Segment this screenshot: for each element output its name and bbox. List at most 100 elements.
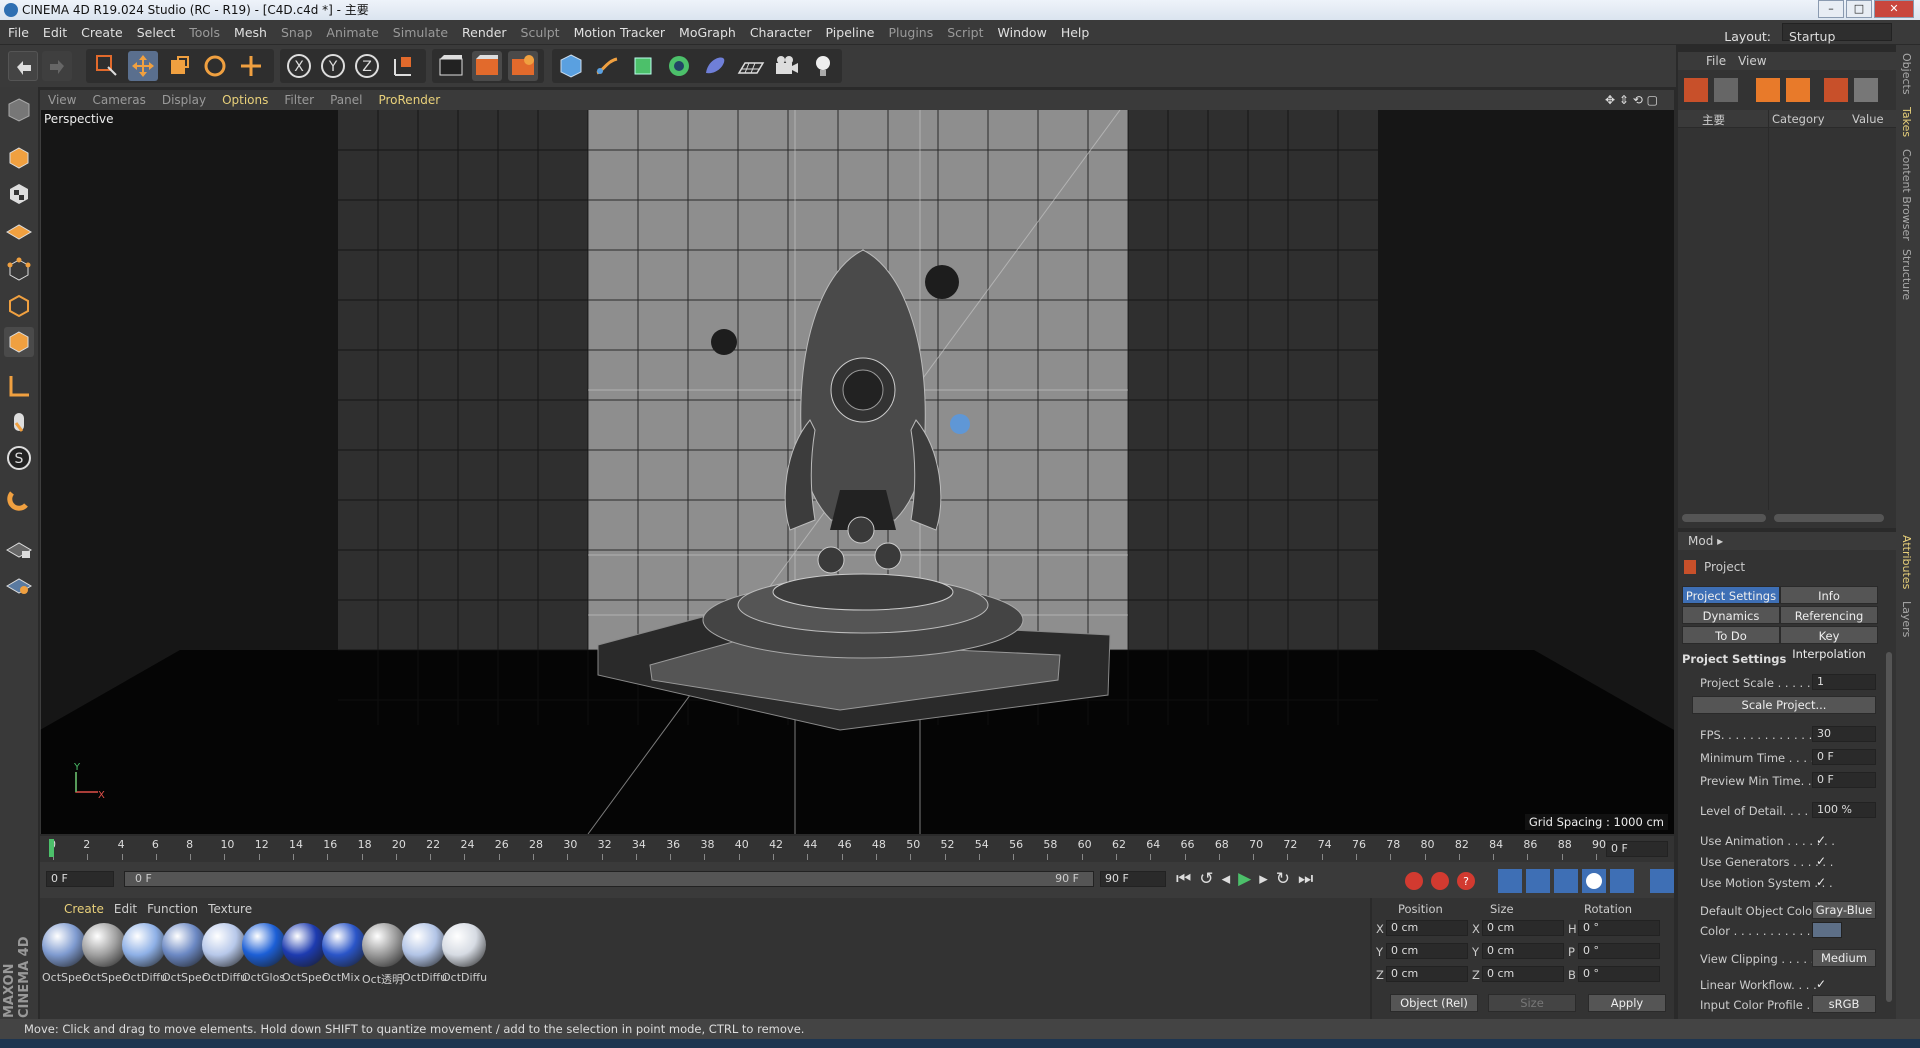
play-icon[interactable]: ▶ <box>1238 869 1259 889</box>
polygons-mode-icon[interactable] <box>4 327 34 357</box>
z-axis-icon[interactable]: Z <box>352 51 382 81</box>
object-menu-file[interactable]: File <box>1706 54 1726 68</box>
menu-mograph[interactable]: MoGraph <box>672 20 743 45</box>
material-menu-function[interactable]: Function <box>147 902 198 916</box>
render-view-icon[interactable] <box>436 51 466 81</box>
coord-value-field[interactable]: 0 cm <box>1482 920 1564 936</box>
coord-value-field[interactable]: 0 ° <box>1578 943 1660 959</box>
menu-mesh[interactable]: Mesh <box>227 20 274 45</box>
menu-snap[interactable]: Snap <box>274 20 319 45</box>
cloner-icon[interactable] <box>664 51 694 81</box>
use-animation-checkbox[interactable]: ✓ <box>1816 834 1828 846</box>
tweak-mode-icon[interactable] <box>4 407 34 437</box>
object-detail-scrollbar[interactable] <box>1774 514 1884 522</box>
camera-icon[interactable] <box>772 51 802 81</box>
menu-tools[interactable]: Tools <box>182 20 227 45</box>
model-mode-icon[interactable] <box>4 143 34 173</box>
planar-workplane-icon[interactable] <box>4 569 34 599</box>
end-frame-field[interactable]: 90 F <box>1100 871 1166 887</box>
menu-script[interactable]: Script <box>940 20 990 45</box>
fps-field[interactable]: 30 <box>1812 726 1876 742</box>
tab-project-settings[interactable]: Project Settings <box>1682 586 1780 604</box>
next-frame-icon[interactable]: ▸ <box>1259 869 1276 889</box>
menu-motion-tracker[interactable]: Motion Tracker <box>567 20 672 45</box>
deformer-icon[interactable] <box>700 51 730 81</box>
menu-edit[interactable]: Edit <box>36 20 74 45</box>
viewport-menu-panel[interactable]: Panel <box>322 90 370 110</box>
viewport-menu-prorender[interactable]: ProRender <box>370 90 448 110</box>
cube-icon[interactable] <box>556 51 586 81</box>
y-axis-icon[interactable]: Y <box>318 51 348 81</box>
coordinate-system-icon[interactable] <box>388 51 418 81</box>
solo-icon[interactable]: S <box>4 443 34 473</box>
light-icon[interactable] <box>808 51 838 81</box>
next-key-icon[interactable]: ↻ <box>1276 869 1298 889</box>
texture-mode-icon[interactable] <box>4 179 34 209</box>
close-button[interactable]: ✕ <box>1874 0 1914 18</box>
lock-workplane-icon[interactable] <box>4 533 34 563</box>
material-thumbnail[interactable] <box>402 923 446 967</box>
timeline-playhead[interactable] <box>49 839 54 857</box>
side-tab-layers[interactable]: Layers <box>1900 601 1913 637</box>
make-editable-icon[interactable] <box>4 95 34 125</box>
axis-mode-icon[interactable] <box>4 371 34 401</box>
use-motion-system-checkbox[interactable]: ✓ <box>1816 876 1828 888</box>
undo-icon[interactable] <box>8 51 38 81</box>
menu-render[interactable]: Render <box>455 20 514 45</box>
menu-help[interactable]: Help <box>1054 20 1097 45</box>
linear-workflow-checkbox[interactable]: ✓ <box>1816 978 1828 990</box>
coord-value-field[interactable]: 0 cm <box>1386 966 1468 982</box>
coordinate-mode-dropdown[interactable]: Object (Rel) <box>1390 994 1478 1012</box>
menu-simulate[interactable]: Simulate <box>386 20 455 45</box>
viewport-menu-view[interactable]: View <box>40 90 84 110</box>
material-menu-edit[interactable]: Edit <box>114 902 137 916</box>
coord-value-field[interactable]: 0 ° <box>1578 920 1660 936</box>
preview-range-slider[interactable]: 0 F 90 F <box>124 871 1094 887</box>
previous-frame-icon[interactable]: ◂ <box>1222 869 1239 889</box>
floor-icon[interactable] <box>736 51 766 81</box>
tab-dynamics[interactable]: Dynamics <box>1682 606 1780 624</box>
menu-sculpt[interactable]: Sculpt <box>514 20 567 45</box>
attribute-scrollbar[interactable] <box>1886 652 1892 1002</box>
material-thumbnail[interactable] <box>442 923 486 967</box>
side-tab-attributes[interactable]: Attributes <box>1900 535 1913 589</box>
material-thumbnail[interactable] <box>82 923 126 967</box>
tab-referencing[interactable]: Referencing <box>1780 606 1878 624</box>
side-tab-structure[interactable]: Structure <box>1900 249 1913 300</box>
tab-info[interactable]: Info <box>1780 586 1878 604</box>
input-color-profile-dropdown[interactable]: sRGB <box>1812 995 1876 1013</box>
viewport-menu-display[interactable]: Display <box>154 90 214 110</box>
coord-value-field[interactable]: 0 cm <box>1482 943 1564 959</box>
x-axis-icon[interactable]: X <box>284 51 314 81</box>
move-tool-icon[interactable] <box>128 51 158 81</box>
material-thumbnail[interactable] <box>282 923 326 967</box>
object-horizontal-scrollbar[interactable] <box>1682 514 1766 522</box>
material-thumbnail[interactable] <box>162 923 206 967</box>
menu-animate[interactable]: Animate <box>319 20 385 45</box>
go-to-start-icon[interactable]: ⏮ <box>1176 869 1199 889</box>
layout-selector[interactable]: Layout: Startup <box>1717 23 1892 49</box>
menu-window[interactable]: Window <box>991 20 1054 45</box>
material-thumbnail[interactable] <box>202 923 246 967</box>
pen-spline-icon[interactable] <box>592 51 622 81</box>
scale-project-button[interactable]: Scale Project... <box>1692 696 1876 714</box>
redo-icon[interactable] <box>42 51 72 81</box>
viewport-menu-options[interactable]: Options <box>214 90 276 110</box>
3d-viewport[interactable]: Perspective Grid Spacing : 1000 cm Y X <box>40 110 1674 834</box>
menu-file[interactable]: File <box>0 20 36 45</box>
timeline-ruler[interactable]: 0246810121416182022242628303234363840424… <box>40 836 1674 862</box>
view-clipping-dropdown[interactable]: Medium <box>1812 949 1876 967</box>
level-of-detail-field[interactable]: 100 % <box>1812 802 1876 818</box>
preview-min-time-field[interactable]: 0 F <box>1812 772 1876 788</box>
menu-create[interactable]: Create <box>74 20 130 45</box>
material-thumbnail[interactable] <box>362 923 406 967</box>
render-settings-icon[interactable] <box>508 51 538 81</box>
use-generators-checkbox[interactable]: ✓ <box>1816 855 1828 867</box>
default-object-color-dropdown[interactable]: Gray-Blue <box>1812 901 1876 919</box>
project-scale-field[interactable]: 1 <box>1812 674 1876 690</box>
workplane-mode-icon[interactable] <box>4 215 34 245</box>
side-tab-objects[interactable]: Objects <box>1900 53 1913 95</box>
material-menu-texture[interactable]: Texture <box>208 902 252 916</box>
menu-pipeline[interactable]: Pipeline <box>819 20 882 45</box>
scale-tool-icon[interactable] <box>164 51 194 81</box>
